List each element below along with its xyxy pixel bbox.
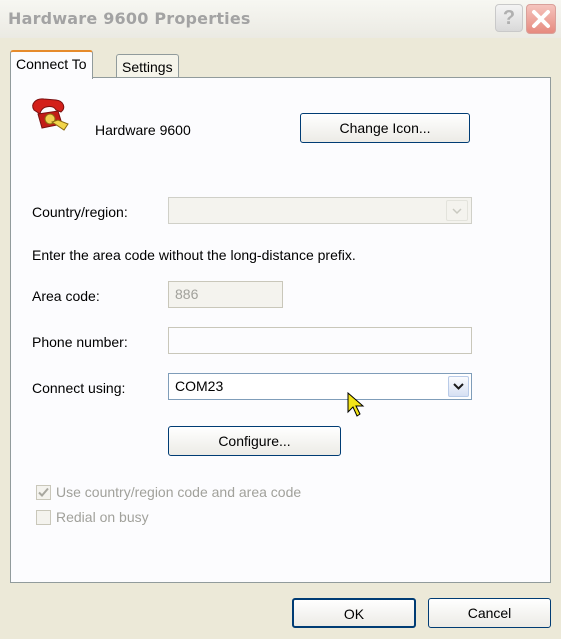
checkmark-icon [38,487,49,497]
area-code-label: Area code: [32,288,100,304]
change-icon-button[interactable]: Change Icon... [300,113,470,143]
window-title: Hardware 9600 Properties [8,9,251,28]
phone-number-label: Phone number: [32,334,128,350]
connect-using-select[interactable]: COM23 [168,373,472,400]
use-country-code-label: Use country/region code and area code [56,484,302,500]
area-code-field[interactable]: 886 [168,281,283,308]
phone-number-field[interactable] [168,327,472,354]
connect-using-dropdown-button[interactable] [448,376,469,397]
chevron-down-icon [452,208,462,215]
phone-icon [32,98,69,131]
country-select[interactable] [168,197,472,224]
close-button[interactable] [526,4,556,34]
connect-using-value: COM23 [175,378,224,394]
configure-button[interactable]: Configure... [168,426,341,456]
properties-dialog: Hardware 9600 Properties ? Connect To Se… [0,0,561,639]
title-bar[interactable]: Hardware 9600 Properties ? [0,0,561,38]
instructions-text: Enter the area code without the long-dis… [32,247,356,263]
connect-using-label: Connect using: [32,380,126,396]
help-button[interactable]: ? [495,4,523,32]
country-dropdown-button[interactable] [446,200,468,221]
connect-to-panel: Hardware 9600 Change Icon... Country/reg… [10,77,551,583]
connection-name: Hardware 9600 [95,122,191,138]
cancel-button[interactable]: Cancel [428,598,551,628]
tab-connect-to[interactable]: Connect To [10,50,93,79]
tab-settings[interactable]: Settings [116,54,179,79]
use-country-code-checkbox[interactable] [36,485,51,500]
country-label: Country/region: [32,204,128,220]
mouse-cursor-icon [347,392,365,417]
close-icon [532,10,550,28]
redial-on-busy-checkbox[interactable] [36,510,51,525]
ok-button[interactable]: OK [292,598,416,628]
redial-on-busy-label: Redial on busy [56,509,149,525]
chevron-down-icon [453,383,464,390]
